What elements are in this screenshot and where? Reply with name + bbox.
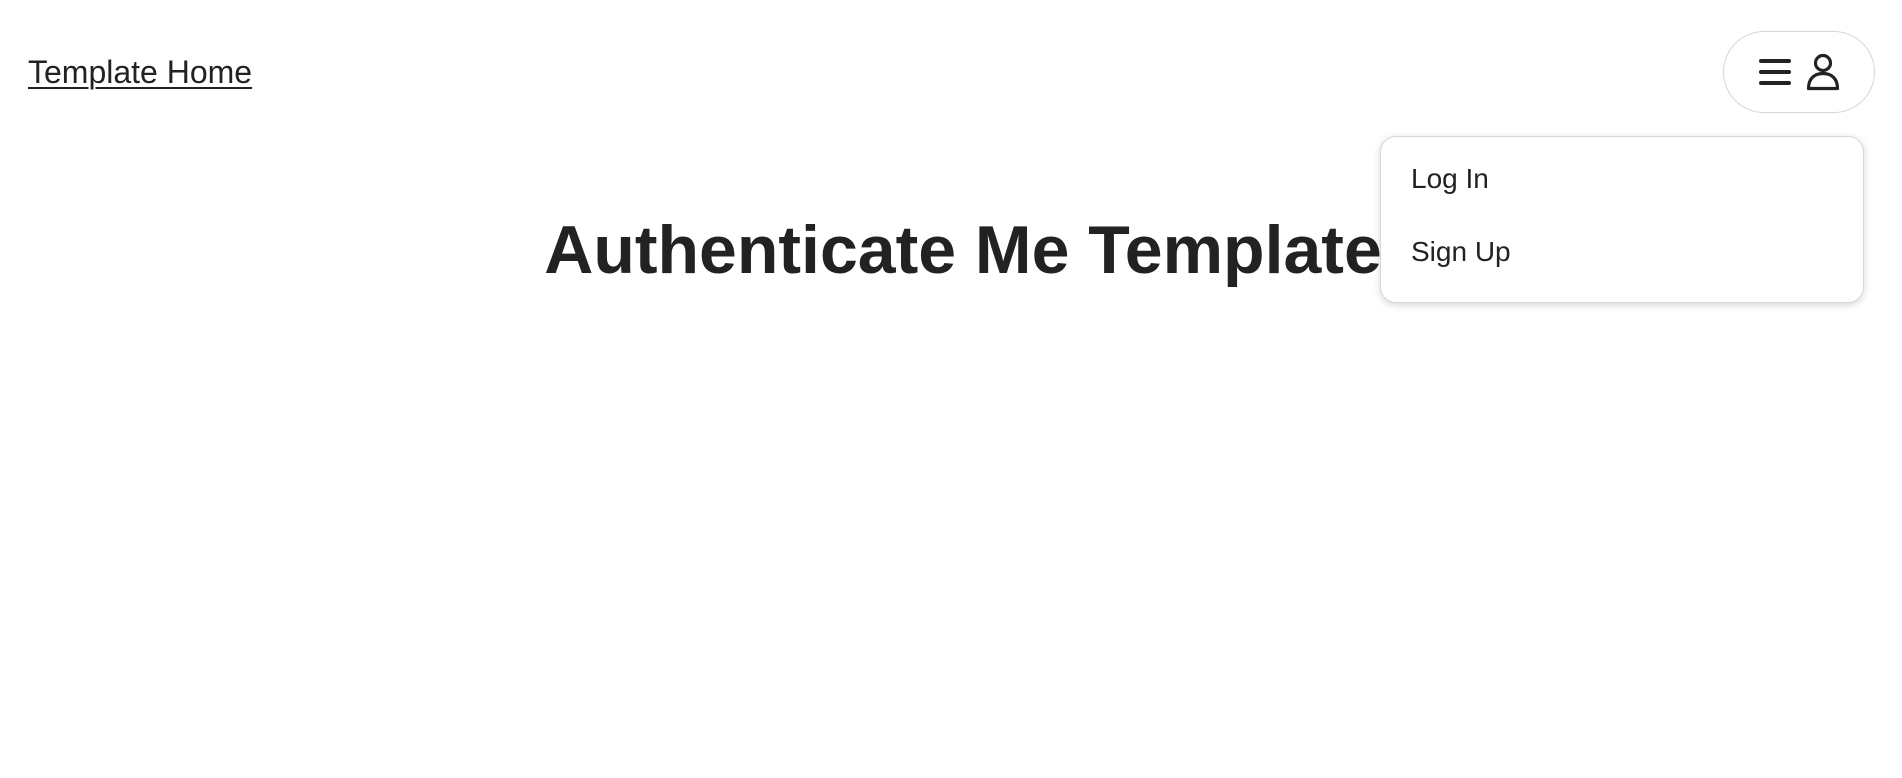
template-home-link[interactable]: Template Home bbox=[28, 52, 252, 92]
profile-menu-button[interactable] bbox=[1723, 31, 1875, 113]
log-in-menu-item[interactable]: Log In bbox=[1411, 161, 1833, 197]
page: Template Home Log In Sign Up Authenticat… bbox=[0, 0, 1902, 778]
user-icon bbox=[1806, 53, 1840, 91]
page-title: Authenticate Me Template bbox=[544, 212, 1382, 288]
hamburger-icon bbox=[1758, 57, 1792, 87]
